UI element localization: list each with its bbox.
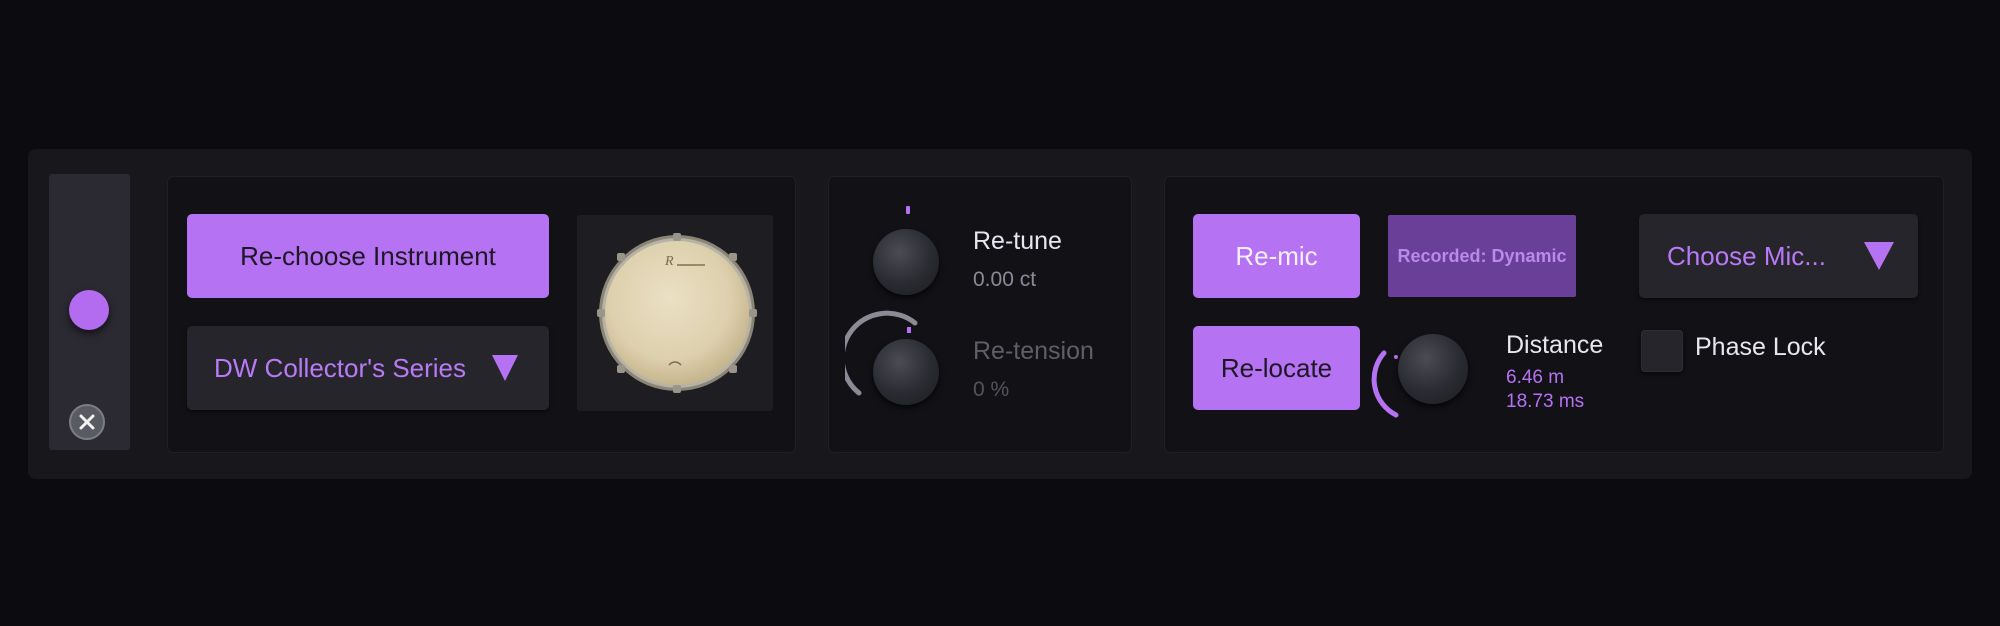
recorded-badge-label: Recorded: Dynamic xyxy=(1397,245,1567,266)
choose-mic-dropdown[interactable]: Choose Mic... xyxy=(1639,214,1918,298)
recorded-badge: Recorded: Dynamic xyxy=(1388,215,1576,297)
track-rail[interactable] xyxy=(49,174,130,450)
phase-lock-checkbox[interactable] xyxy=(1641,330,1683,372)
remic-label: Re-mic xyxy=(1235,240,1318,271)
distance-meters: 6.46 m xyxy=(1506,367,1565,388)
drum-logo-text: R xyxy=(664,254,674,269)
chevron-down-icon xyxy=(1864,242,1894,270)
mic-panel: Re-mic Recorded: Dynamic Choose Mic... R… xyxy=(1164,176,1944,453)
retension-label: Re-tension xyxy=(973,337,1094,365)
instrument-preview: R xyxy=(577,215,773,411)
tuning-panel: Re-tune 0.00 ct Re-tension 0 % xyxy=(828,176,1132,453)
instrument-panel: Re-choose Instrument DW Collector's Seri… xyxy=(167,176,796,453)
retension-knob[interactable] xyxy=(873,339,939,405)
retune-label: Re-tune xyxy=(973,227,1062,255)
close-icon[interactable] xyxy=(69,404,105,440)
series-dropdown-label: DW Collector's Series xyxy=(214,352,467,383)
rechoose-instrument-button[interactable]: Re-choose Instrument xyxy=(187,214,549,298)
series-dropdown[interactable]: DW Collector's Series xyxy=(187,326,549,410)
chevron-down-icon xyxy=(492,355,518,381)
relocate-label: Re-locate xyxy=(1220,352,1333,383)
remic-button[interactable]: Re-mic xyxy=(1193,214,1360,298)
rechoose-instrument-label: Re-choose Instrument xyxy=(240,240,496,271)
relocate-button[interactable]: Re-locate xyxy=(1193,326,1360,410)
snare-drum-icon: R xyxy=(597,233,757,393)
retension-value: 0 % xyxy=(973,378,1010,401)
phase-lock-label: Phase Lock xyxy=(1695,333,1826,361)
distance-label: Distance xyxy=(1506,331,1604,359)
choose-mic-label: Choose Mic... xyxy=(1667,240,1826,271)
distance-ms: 18.73 ms xyxy=(1506,391,1585,412)
retune-marker xyxy=(906,206,910,214)
retune-knob[interactable] xyxy=(873,229,939,295)
distance-knob[interactable] xyxy=(1398,334,1468,404)
retune-value: 0.00 ct xyxy=(973,268,1037,291)
track-handle-icon[interactable] xyxy=(69,290,109,330)
